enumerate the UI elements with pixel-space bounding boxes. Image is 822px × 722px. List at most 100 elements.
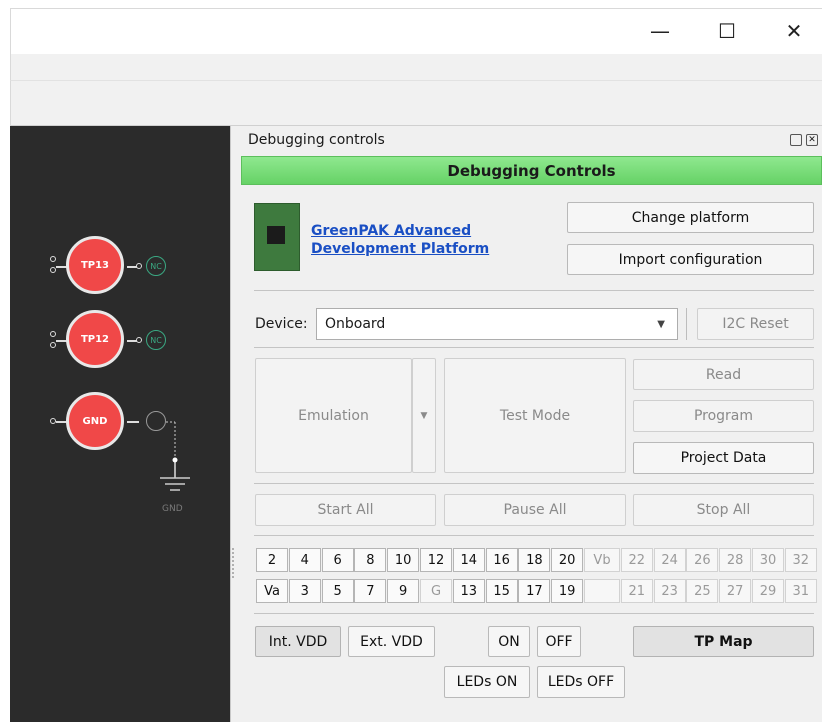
gnd-text: GND (162, 504, 183, 514)
tp13-label: TP13 (80, 259, 110, 271)
pin-cell[interactable]: 5 (321, 579, 354, 603)
platform-link-line2[interactable]: Development Platform (311, 240, 489, 258)
on-button[interactable]: ON (488, 626, 530, 657)
close-button[interactable]: ✕ (764, 8, 822, 54)
leds-off-button[interactable]: LEDs OFF (537, 666, 625, 698)
toolbar (10, 80, 822, 126)
change-platform-button[interactable]: Change platform (567, 202, 814, 233)
pin-cell[interactable]: 21 (620, 579, 653, 603)
nc-icon: NC (146, 256, 166, 276)
menu-bar (10, 54, 822, 80)
wire (127, 421, 139, 423)
nc-label: NC (150, 261, 162, 271)
emulation-button[interactable]: Emulation (255, 358, 412, 473)
pin-cell[interactable]: 17 (518, 579, 551, 603)
platform-link[interactable]: GreenPAK Advanced Development Platform (311, 222, 489, 258)
pin-cell[interactable]: 9 (387, 579, 420, 603)
pin-cell[interactable]: 3 (288, 579, 321, 603)
pin-cell[interactable]: 30 (752, 548, 784, 572)
float-icon[interactable] (790, 134, 802, 146)
pin-cell[interactable]: 14 (452, 548, 485, 572)
device-select[interactable]: Onboard ▼ (316, 308, 678, 340)
gnd-label: GND (82, 415, 108, 427)
tp-map-button[interactable]: TP Map (633, 626, 814, 657)
pin-cell[interactable]: 7 (354, 579, 387, 603)
ext-vdd-button[interactable]: Ext. VDD (348, 626, 435, 657)
pin-cell[interactable]: 10 (387, 548, 420, 572)
pin-cell[interactable]: 25 (686, 579, 719, 603)
divider (254, 613, 814, 614)
off-button[interactable]: OFF (537, 626, 581, 657)
pin-cell[interactable]: 12 (420, 548, 452, 572)
device-value: Onboard (325, 316, 386, 332)
pin-dot (50, 256, 56, 262)
pin-cell[interactable]: 16 (485, 548, 518, 572)
pin-cell[interactable]: 29 (752, 579, 784, 603)
tp13-node[interactable]: TP13 (66, 236, 124, 294)
pin-dot (50, 267, 56, 273)
pin-cell[interactable]: 24 (653, 548, 686, 572)
pin-cell[interactable]: 31 (784, 579, 817, 603)
board-image (254, 203, 300, 271)
pin-cell[interactable]: Va (256, 579, 288, 603)
debug-controls-header: Debugging Controls (241, 156, 822, 185)
pin-cell[interactable]: 22 (620, 548, 653, 572)
program-button[interactable]: Program (633, 400, 814, 432)
separator (686, 308, 687, 340)
pin-cell[interactable]: 28 (719, 548, 752, 572)
platform-link-line1[interactable]: GreenPAK Advanced (311, 222, 489, 240)
nc-icon: NC (146, 330, 166, 350)
pin-cell[interactable]: 13 (452, 579, 485, 603)
pause-all-button[interactable]: Pause All (444, 494, 626, 526)
tp12-node[interactable]: TP12 (66, 310, 124, 368)
divider (254, 535, 814, 536)
pin-cell[interactable] (584, 579, 620, 603)
pin-dot (136, 263, 142, 269)
nc-label: NC (150, 335, 162, 345)
chevron-down-icon: ▼ (420, 410, 428, 421)
device-label: Device: (255, 316, 308, 332)
pin-cell[interactable]: Vb (584, 548, 620, 572)
pin-dot (50, 342, 56, 348)
pin-cell[interactable]: 27 (719, 579, 752, 603)
start-all-button[interactable]: Start All (255, 494, 436, 526)
pin-cell[interactable]: 2 (256, 548, 288, 572)
panel-close-icon[interactable]: ✕ (806, 134, 818, 146)
pin-cell[interactable]: G (420, 579, 452, 603)
gnd-node[interactable]: GND (66, 392, 124, 450)
pin-cell[interactable]: 20 (551, 548, 584, 572)
pin-cell[interactable]: 23 (653, 579, 686, 603)
pin-cell[interactable]: 8 (354, 548, 387, 572)
divider (254, 347, 814, 348)
divider (254, 290, 814, 291)
minimize-button[interactable]: — (630, 8, 690, 54)
pin-dot (50, 331, 56, 337)
pin-row-top: 2 4 6 8 10 12 14 16 18 20 Vb 22 24 26 28 30 32 (256, 548, 817, 572)
pin-dot (136, 337, 142, 343)
stop-all-button[interactable]: Stop All (633, 494, 814, 526)
leds-on-button[interactable]: LEDs ON (444, 666, 530, 698)
read-button[interactable]: Read (633, 359, 814, 390)
pin-cell[interactable]: 32 (784, 548, 817, 572)
test-mode-button[interactable]: Test Mode (444, 358, 626, 473)
import-configuration-button[interactable]: Import configuration (567, 244, 814, 275)
maximize-button[interactable]: ☐ (697, 8, 757, 54)
divider (254, 483, 814, 484)
emulation-dropdown[interactable]: ▼ (412, 358, 436, 473)
tp12-label: TP12 (80, 333, 110, 345)
pin-cell[interactable]: 19 (551, 579, 584, 603)
pin-cell[interactable]: 4 (288, 548, 321, 572)
close-icon: ✕ (785, 19, 803, 43)
pin-cell[interactable]: 15 (485, 579, 518, 603)
splitter[interactable] (230, 126, 240, 722)
pin-row-bottom: Va 3 5 7 9 G 13 15 17 19 21 23 25 27 29 31 (256, 579, 817, 603)
int-vdd-button[interactable]: Int. VDD (255, 626, 341, 657)
i2c-reset-button[interactable]: I2C Reset (697, 308, 814, 340)
minimize-icon: — (650, 19, 670, 43)
pin-cell[interactable]: 18 (518, 548, 551, 572)
project-data-button[interactable]: Project Data (633, 442, 814, 474)
pin-cell[interactable]: 26 (686, 548, 719, 572)
chevron-down-icon: ▼ (657, 318, 665, 330)
pin-cell[interactable]: 6 (321, 548, 354, 572)
grip-handle[interactable] (232, 548, 236, 578)
